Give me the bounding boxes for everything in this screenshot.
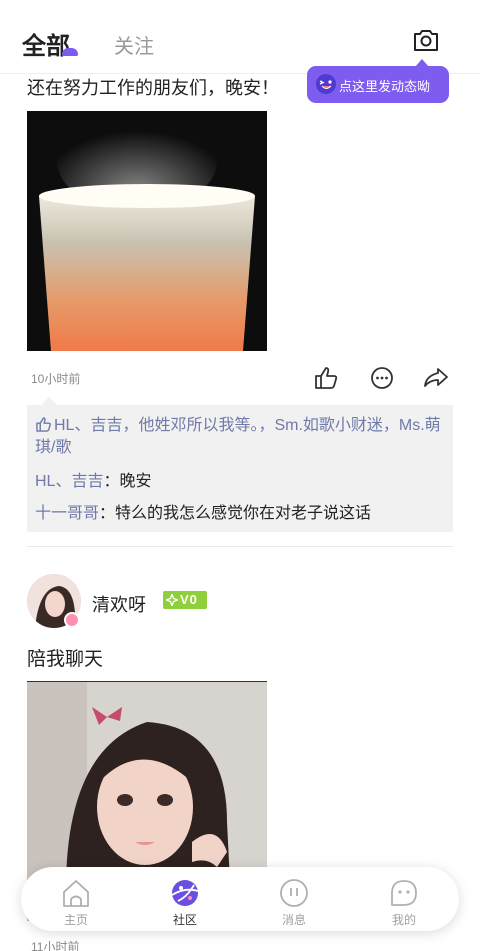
comment-author[interactable]: HL、吉吉 [35,473,103,490]
message-icon [280,879,308,907]
level-text: V0 [180,592,198,607]
comment-row[interactable]: HL、吉吉：晚安 [35,467,152,491]
comment-icon[interactable] [369,365,395,391]
post-image-humidifier[interactable] [27,111,267,351]
username[interactable]: 清欢呀 [92,591,146,617]
tip-text: 点这里发动态呦 [339,79,431,94]
tab-follow[interactable]: 关注 [114,30,154,59]
post-divider [27,546,453,547]
profile-icon [391,880,417,906]
post-tip-bubble[interactable]: 点这里发动态呦 [307,59,449,103]
likes-list: HL、吉吉，他姓邓所以我等。，Sm.如歌小财迷，Ms.萌琪/歌 [35,415,445,459]
wink-emoji-icon [316,74,336,94]
humidifier-photo [27,111,267,351]
nav-label-profile: 我的 [391,913,416,927]
liked-thumb-icon [36,417,51,432]
post-time: 10小时前 [31,372,81,386]
sparkle-icon [166,594,178,606]
nav-item-community[interactable]: 社区 [145,867,225,931]
likes-names[interactable]: HL、吉吉，他姓邓所以我等。，Sm.如歌小财迷，Ms.萌琪/歌 [35,417,441,456]
level-badge: V0 [163,591,207,609]
post-text: 陪我聊天 [27,649,104,670]
post-text: 还在努力工作的朋友们，晚安！ [27,78,279,98]
camera-icon[interactable] [412,27,440,53]
active-tab-indicator [62,48,78,56]
nav-label-home: 主页 [63,913,88,927]
nav-item-home[interactable]: 主页 [36,867,116,931]
comment-text: 晚安 [119,473,152,490]
bottom-nav: 主页 社区 消息 我的 [21,867,459,931]
comment-author[interactable]: 十一哥哥 [35,505,99,522]
comment-row[interactable]: 十一哥哥：特么的我怎么感觉你在对老子说这话 [35,499,371,523]
comment-separator: ： [103,473,120,490]
top-header: 全部 关注 [0,0,480,74]
like-icon[interactable] [313,365,339,391]
comment-separator: ： [99,505,116,522]
nav-item-profile[interactable]: 我的 [364,867,444,931]
post-time: 11小时前 [31,940,80,951]
share-icon[interactable] [423,365,449,391]
comment-section: HL、吉吉，他姓邓所以我等。，Sm.如歌小财迷，Ms.萌琪/歌 HL、吉吉：晚安… [27,397,453,532]
comment-text: 特么的我怎么感觉你在对老子说这话 [115,505,372,522]
nav-item-messages[interactable]: 消息 [254,867,334,931]
nav-label-messages: 消息 [281,913,306,927]
home-icon [63,880,89,907]
gender-badge-icon [64,612,80,628]
planet-icon [171,880,199,906]
nav-label-community: 社区 [172,913,197,927]
